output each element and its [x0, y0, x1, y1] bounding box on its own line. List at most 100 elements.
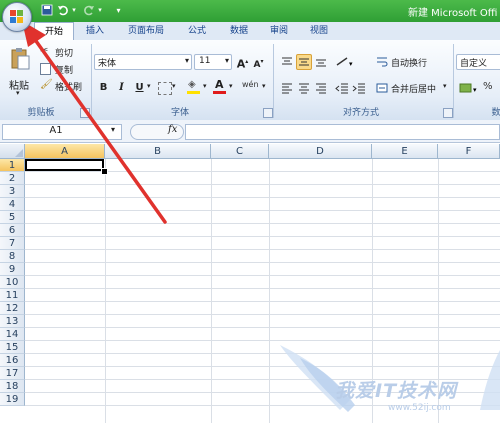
- column-header[interactable]: E: [372, 144, 438, 159]
- align-bottom-button[interactable]: [313, 54, 329, 70]
- align-center-button[interactable]: [296, 80, 312, 96]
- increase-indent-button[interactable]: [351, 80, 367, 96]
- currency-icon: ▾: [459, 83, 477, 94]
- borders-dropdown-icon[interactable]: ▾: [172, 82, 176, 90]
- row-header[interactable]: 16: [0, 354, 25, 367]
- font-color-dropdown-icon[interactable]: ▾: [229, 82, 233, 90]
- office-logo-icon: [10, 10, 23, 23]
- redo-dropdown-icon[interactable]: ▾: [96, 4, 104, 17]
- orientation-button[interactable]: ▾: [334, 54, 358, 70]
- row-header[interactable]: 18: [0, 380, 25, 393]
- percent-format-button[interactable]: %: [482, 80, 500, 96]
- alignment-group-label: 对齐方式: [342, 108, 379, 118]
- fill-handle[interactable]: [101, 168, 108, 175]
- align-right-button[interactable]: [313, 80, 329, 96]
- italic-button[interactable]: I: [113, 79, 130, 97]
- column-header[interactable]: D: [269, 144, 372, 159]
- row-gridline: [25, 314, 500, 315]
- tab-formulas[interactable]: 公式: [180, 22, 214, 40]
- row-header[interactable]: 1: [0, 159, 25, 172]
- row-header[interactable]: 10: [0, 276, 25, 289]
- number-group-label: 数: [491, 108, 500, 118]
- fill-color-button[interactable]: ◈: [186, 79, 202, 95]
- tab-insert[interactable]: 插入: [78, 22, 112, 40]
- watermark-url: www.52ij.com: [388, 403, 451, 413]
- cut-button[interactable]: ✂ 剪切: [38, 44, 88, 60]
- clipboard-launcher-icon[interactable]: [80, 108, 90, 118]
- decrease-indent-button[interactable]: [334, 80, 350, 96]
- row-header[interactable]: 13: [0, 315, 25, 328]
- tab-view[interactable]: 视图: [302, 22, 336, 40]
- wrap-text-button[interactable]: 自动换行: [374, 54, 452, 70]
- office-button[interactable]: [2, 2, 32, 32]
- align-middle-button[interactable]: [296, 54, 312, 70]
- alignment-launcher-icon[interactable]: [443, 108, 453, 118]
- phonetic-button[interactable]: wén: [242, 80, 262, 94]
- insert-function-button[interactable]: fx: [168, 124, 177, 135]
- column-header[interactable]: B: [105, 144, 211, 159]
- row-header[interactable]: 9: [0, 263, 25, 276]
- row-header[interactable]: 3: [0, 185, 25, 198]
- row-header[interactable]: 2: [0, 172, 25, 185]
- tab-review[interactable]: 审阅: [262, 22, 296, 40]
- row-header[interactable]: 17: [0, 367, 25, 380]
- font-name-select[interactable]: 宋体 ▾: [94, 54, 192, 70]
- tab-home[interactable]: 开始: [34, 22, 74, 42]
- name-box-dropdown-icon[interactable]: ▾: [111, 125, 115, 134]
- row-gridline: [25, 288, 500, 289]
- borders-icon[interactable]: [158, 82, 172, 95]
- grow-font-button[interactable]: A▴: [234, 53, 251, 71]
- tab-data[interactable]: 数据: [222, 22, 256, 40]
- bold-button[interactable]: B: [95, 79, 112, 97]
- column-header[interactable]: A: [25, 144, 105, 159]
- redo-icon[interactable]: [82, 4, 95, 17]
- tab-page-layout[interactable]: 页面布局: [120, 22, 172, 40]
- column-header[interactable]: F: [438, 144, 500, 159]
- decrease-indent-icon: [335, 83, 348, 94]
- undo-dropdown-icon[interactable]: ▾: [70, 4, 78, 17]
- fill-dropdown-icon[interactable]: ▾: [203, 82, 207, 90]
- font-launcher-icon[interactable]: [263, 108, 273, 118]
- align-top-icon: [282, 57, 292, 65]
- paste-icon: [11, 48, 30, 70]
- align-top-button[interactable]: [279, 54, 295, 70]
- row-header[interactable]: 7: [0, 237, 25, 250]
- customize-icon[interactable]: ▾: [112, 4, 125, 17]
- align-left-button[interactable]: [279, 80, 295, 96]
- row-header[interactable]: 4: [0, 198, 25, 211]
- row-header[interactable]: 8: [0, 250, 25, 263]
- active-cell[interactable]: [25, 159, 104, 171]
- format-painter-label: 格式刷: [55, 83, 83, 93]
- row-header[interactable]: 19: [0, 393, 25, 406]
- save-icon[interactable]: [40, 4, 53, 17]
- formula-input[interactable]: [185, 124, 500, 140]
- wrap-text-icon: [377, 57, 388, 67]
- phonetic-dropdown-icon[interactable]: ▾: [262, 82, 266, 90]
- font-color-button[interactable]: A: [212, 78, 228, 95]
- underline-button[interactable]: U: [131, 79, 148, 97]
- font-size-select[interactable]: 11 ▾: [194, 54, 232, 70]
- paste-button[interactable]: 粘贴 ▾: [4, 44, 34, 102]
- cut-label: 剪切: [55, 49, 74, 59]
- row-header[interactable]: 15: [0, 341, 25, 354]
- copy-button[interactable]: 复制: [38, 61, 88, 77]
- number-format-select[interactable]: 自定义: [456, 54, 500, 70]
- column-header[interactable]: C: [211, 144, 269, 159]
- paint-bucket-icon: ◈: [188, 79, 196, 90]
- row-gridline: [25, 301, 500, 302]
- underline-dropdown-icon[interactable]: ▾: [147, 82, 151, 90]
- text-orientation-icon: ▾: [336, 57, 353, 68]
- accounting-format-button[interactable]: ▾: [458, 80, 482, 96]
- row-header[interactable]: 14: [0, 328, 25, 341]
- shrink-font-button[interactable]: A▾: [250, 53, 267, 71]
- watermark-text: 我爱IT技术网: [335, 380, 458, 402]
- row-header[interactable]: 5: [0, 211, 25, 224]
- row-header[interactable]: 11: [0, 289, 25, 302]
- format-painter-button[interactable]: 🖌 格式刷: [38, 78, 88, 94]
- svg-text:▾: ▾: [473, 86, 477, 94]
- undo-icon[interactable]: [56, 4, 69, 17]
- merge-center-button[interactable]: 合并后居中 ▾: [374, 80, 452, 96]
- row-header[interactable]: 12: [0, 302, 25, 315]
- select-all-button[interactable]: [0, 144, 25, 159]
- row-header[interactable]: 6: [0, 224, 25, 237]
